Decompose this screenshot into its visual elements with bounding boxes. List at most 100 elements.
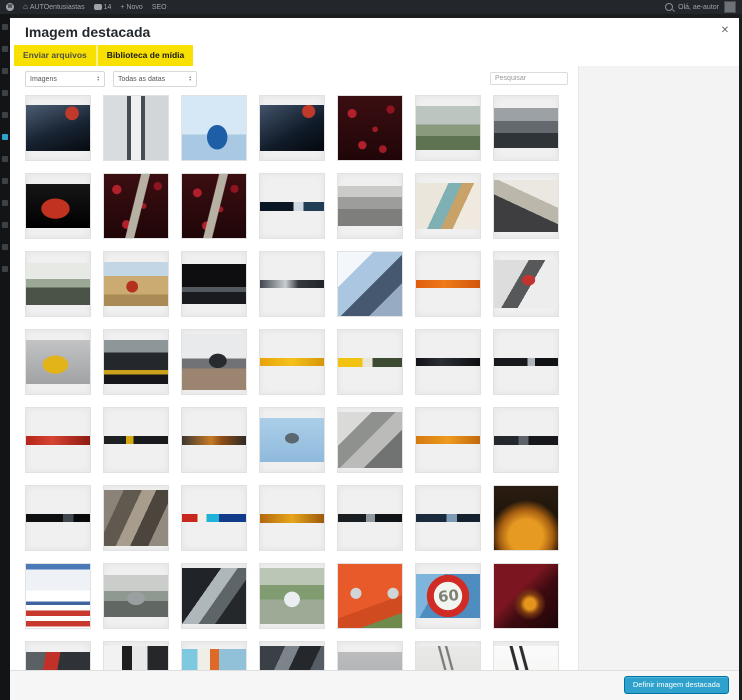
media-tile-orange-strip[interactable] [415,251,481,317]
media-tile-multicolor-strip[interactable] [181,485,247,551]
webpage-screenshot-image [26,563,90,629]
carrier-deck-image [338,412,402,468]
media-tile-white-f1-car[interactable] [259,563,325,629]
media-tile-fighter-jet[interactable] [259,407,325,473]
chevron-updown-icon: ▲▼ [189,76,192,82]
comments-link[interactable]: 14 [94,4,112,11]
media-tile-dark-strip-2[interactable] [337,485,403,551]
media-tile-berries-arrow-2[interactable] [181,173,247,239]
media-tile-orange-strip-2[interactable] [415,407,481,473]
media-tile-red-classic-car[interactable] [25,173,91,239]
wordpress-logo-menu[interactable]: W [6,3,14,11]
media-tile-dark-yellow-strip[interactable] [103,407,169,473]
porsche-ae-stripes-image [104,95,168,161]
media-tile-yellow-car-strip[interactable] [259,329,325,395]
media-tabs: Enviar arquivos Biblioteca de mídia [14,45,193,66]
modal-header: Imagem destacada ✕ Enviar arquivos Bibli… [10,18,739,67]
fighter-jet-image [260,418,324,462]
attachments-browser: Imagens ▲▼ Todas as datas ▲▼ 60 [10,66,578,671]
account-menu[interactable]: Olá, ae-autor [678,4,719,11]
media-tile-mercedes-grille-2[interactable] [259,95,325,161]
media-tile-mercedes-amg-grille[interactable] [25,95,91,161]
media-tile-horizon-strip[interactable] [259,173,325,239]
media-tile-aerial-crosswalk[interactable] [337,173,403,239]
media-tile-orange-beetle[interactable] [337,563,403,629]
media-tile-desert-truck[interactable] [103,251,169,317]
media-tile-berries-arrow-1[interactable] [103,173,169,239]
admin-menu-settings-icon[interactable] [2,222,8,228]
new-content-menu[interactable]: + Novo [120,4,142,11]
media-tile-yellow-black-taxis[interactable] [103,329,169,395]
admin-menu-collapse-menu-icon[interactable] [2,266,8,272]
media-tile-golden-dome-night[interactable] [493,485,559,551]
media-tile-gray-photo[interactable] [337,641,403,671]
classic-interior-image [494,180,558,232]
media-tile-red-car-glowing-wheel[interactable] [493,563,559,629]
media-tile-red-seatbelt-detail[interactable] [493,251,559,317]
admin-menu-comments-icon[interactable] [2,112,8,118]
tab-media-library[interactable]: Biblioteca de mídia [96,45,193,66]
featured-image-modal: Imagem destacada ✕ Enviar arquivos Bibli… [10,18,739,700]
media-tile-webpage-screenshot[interactable] [25,563,91,629]
admin-menu-users-icon[interactable] [2,178,8,184]
media-tile-sunset-strip[interactable] [181,407,247,473]
media-tile-yellow-tractor[interactable] [25,329,91,395]
set-featured-image-button[interactable]: Definir imagem destacada [624,676,729,694]
media-tile-bw-classic-car[interactable] [493,95,559,161]
media-tile-industrial-street[interactable] [259,641,325,671]
media-tile-sketch-ha[interactable] [493,641,559,671]
search-icon[interactable] [665,3,673,11]
comments-count: 14 [104,4,112,11]
admin-menu-tools-icon[interactable] [2,200,8,206]
avatar[interactable] [724,1,736,13]
media-tile-classic-interior[interactable] [493,173,559,239]
media-tile-black-strip-1[interactable] [415,329,481,395]
media-date-filter[interactable]: Todas as datas ▲▼ [113,71,197,87]
media-tile-car-crane-lift[interactable] [415,95,481,161]
admin-menu-pages-icon[interactable] [2,90,8,96]
media-type-filter[interactable]: Imagens ▲▼ [25,71,105,87]
media-tile-blue-dark-strip[interactable] [415,485,481,551]
media-tile-beach-illustration[interactable] [181,641,247,671]
media-tile-wheel-closeup[interactable] [103,641,169,671]
media-tile-porsche-ae-stripes[interactable] [103,95,169,161]
media-tile-red-gray-detail[interactable] [25,641,91,671]
media-tile-hood-ornament[interactable] [181,563,247,629]
tab-upload-files[interactable]: Enviar arquivos [14,45,96,66]
media-tile-yellow-field-strip[interactable] [337,329,403,395]
admin-menu-dashboard-icon[interactable] [2,24,8,30]
media-tile-black-race-car[interactable] [181,251,247,317]
attachments-toolbar: Imagens ▲▼ Todas as datas ▲▼ [25,71,568,89]
media-tile-light-trails-strip[interactable] [259,485,325,551]
media-tile-silver-suv[interactable] [103,563,169,629]
seo-menu[interactable]: SEO [152,4,167,11]
desert-truck-image [104,262,168,306]
admin-menu-media-icon[interactable] [2,68,8,74]
media-tile-motion-blur-blue[interactable] [337,251,403,317]
search-input[interactable] [490,72,568,85]
admin-menu-plugins-icon[interactable] [2,156,8,162]
media-tile-red-car-strip[interactable] [25,407,91,473]
media-tile-parked-cars-signature[interactable] [25,251,91,317]
media-tile-black-strip-3[interactable] [25,485,91,551]
media-tile-blue-roadster[interactable] [181,95,247,161]
media-tile-scooter-road[interactable] [181,329,247,395]
admin-menu-posts-icon[interactable] [2,46,8,52]
admin-menu-appearance-icon[interactable] [2,134,8,140]
media-grid: 60 [25,95,559,671]
scooter-road-image [182,334,246,390]
media-tile-speed-limit-60-sign[interactable]: 60 [415,563,481,629]
media-tile-carrier-deck[interactable] [337,407,403,473]
media-tile-sketch-h[interactable] [415,641,481,671]
media-tile-black-strip-2[interactable] [493,329,559,395]
media-tile-lumber-pile[interactable] [103,485,169,551]
close-icon[interactable]: ✕ [718,24,732,38]
media-tile-gray-strip[interactable] [259,251,325,317]
yellow-tractor-image [26,340,90,384]
site-name-link[interactable]: ⌂ AUTOentusiastas [23,3,85,11]
media-tile-magazine-spread[interactable] [415,173,481,239]
media-tile-red-berries[interactable] [337,95,403,161]
media-tile-dark-strip-1[interactable] [493,407,559,473]
comments-icon [94,4,102,10]
admin-menu-seo-icon[interactable] [2,244,8,250]
